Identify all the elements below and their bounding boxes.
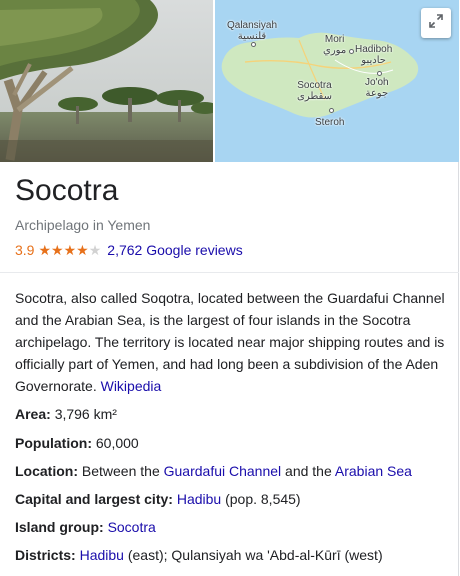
fact-value: 60,000: [95, 435, 139, 451]
star-rating: ★ ★ ★ ★ ★: [38, 243, 101, 257]
fact-label: Capital and largest city:: [15, 491, 173, 507]
fact-text: and the: [285, 463, 332, 479]
divider: [0, 272, 459, 273]
dragon-blood-tree-photo[interactable]: [0, 0, 213, 162]
expand-map-button[interactable]: [421, 8, 451, 38]
photo-image: [0, 0, 213, 162]
map-label-steroh: Steroh: [315, 117, 345, 128]
fact-capital: Capital and largest city: Hadibu (pop. 8…: [15, 489, 301, 509]
map-label-socotra: Socotra سقطرى: [297, 80, 332, 102]
fact-location: Location: Between the Guardafui Channel …: [15, 461, 412, 481]
map-label-qalansiyah: Qalansiyah قلنسية: [227, 20, 278, 42]
fact-value: 3,796 km²: [54, 406, 117, 422]
map-marker: [349, 49, 354, 54]
hadibu-district-link[interactable]: Hadibu: [80, 547, 124, 563]
guardafui-channel-link[interactable]: Guardafui Channel: [164, 463, 282, 479]
media-header: Qalansiyah قلنسية Mori موري Hadiboh حادي…: [0, 0, 459, 162]
socotra-link[interactable]: Socotra: [108, 519, 156, 535]
fact-label: Population:: [15, 435, 92, 451]
description-text: Socotra, also called Soqotra, located be…: [15, 290, 445, 394]
map-marker: [329, 108, 334, 113]
rating-row: 3.9 ★ ★ ★ ★ ★ 2,762 Google reviews: [15, 242, 243, 258]
star-filled-icon: ★: [63, 242, 77, 258]
star-filled-icon: ★: [51, 242, 64, 258]
fact-label: Location:: [15, 463, 78, 479]
map-label-mori: Mori موري: [323, 34, 347, 56]
wikipedia-link[interactable]: Wikipedia: [101, 378, 162, 394]
fact-districts: Districts: Hadibu (east); Qulansiyah wa …: [15, 545, 383, 565]
fact-label: Island group:: [15, 519, 104, 535]
expand-icon: [429, 13, 443, 33]
fact-text: (east); Qulansiyah wa 'Abd-al-Kūrī (west…: [127, 547, 383, 563]
map-marker: [251, 42, 256, 47]
star-filled-icon: ★: [76, 242, 89, 258]
rating-value: 3.9: [15, 242, 35, 258]
map-thumbnail[interactable]: Qalansiyah قلنسية Mori موري Hadiboh حادي…: [213, 0, 459, 162]
entity-subtitle: Archipelago in Yemen: [15, 217, 151, 233]
star-filled-icon: ★: [38, 242, 52, 258]
fact-label: Area:: [15, 406, 51, 422]
arabian-sea-link[interactable]: Arabian Sea: [335, 463, 412, 479]
fact-text: (pop. 8,545): [225, 491, 301, 507]
map-label-jooh: Jo'oh جوعة: [365, 77, 389, 99]
map-marker: [377, 71, 382, 76]
fact-island-group: Island group: Socotra: [15, 517, 156, 537]
entity-title: Socotra: [15, 174, 119, 207]
google-reviews-link[interactable]: 2,762 Google reviews: [107, 242, 242, 258]
fact-area: Area: 3,796 km²: [15, 404, 117, 424]
knowledge-panel: Qalansiyah قلنسية Mori موري Hadiboh حادي…: [0, 0, 459, 576]
map-label-hadiboh: Hadiboh حاديبو: [355, 44, 393, 66]
fact-text: Between the: [81, 463, 160, 479]
hadibu-link[interactable]: Hadibu: [177, 491, 221, 507]
description: Socotra, also called Soqotra, located be…: [15, 287, 445, 397]
star-empty-icon: ★: [88, 242, 102, 258]
fact-population: Population: 60,000: [15, 433, 139, 453]
fact-label: Districts:: [15, 547, 76, 563]
